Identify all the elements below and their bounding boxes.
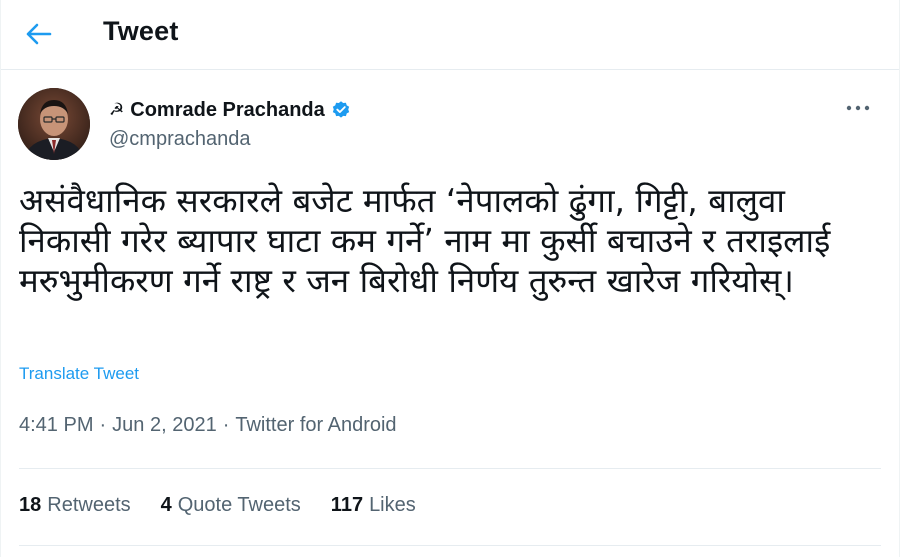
arrow-left-icon	[26, 23, 52, 45]
display-name[interactable]: Comrade Prachanda	[130, 99, 325, 122]
quote-tweets-stat[interactable]: 4 Quote Tweets	[161, 494, 301, 517]
more-options-button[interactable]	[843, 98, 873, 118]
meta-separator: ·	[99, 414, 107, 436]
tweet-meta: 4:41 PM · Jun 2, 2021 · Twitter for Andr…	[19, 414, 397, 437]
back-button[interactable]	[19, 14, 59, 54]
tweet-page: Tweet ☭ Comrade Prachanda @cmprachanda अ…	[0, 0, 900, 557]
divider	[19, 468, 881, 469]
verified-badge-icon	[331, 100, 351, 120]
hammer-sickle-icon: ☭	[109, 100, 125, 119]
quote-tweets-count: 4	[160, 494, 172, 516]
likes-count: 117	[330, 494, 364, 516]
author-handle[interactable]: @cmprachanda	[109, 128, 250, 151]
likes-stat[interactable]: 117 Likes	[331, 494, 416, 517]
more-horizontal-icon	[846, 105, 870, 111]
retweets-count: 18	[19, 494, 42, 516]
divider	[19, 545, 881, 546]
meta-separator: ·	[222, 414, 230, 436]
tweet-stats: 18 Retweets 4 Quote Tweets 117 Likes	[19, 494, 446, 517]
page-title: Tweet	[103, 16, 179, 46]
retweets-label: Retweets	[47, 494, 131, 516]
tweet-text: असंवैधानिक सरकारले बजेट मार्फत ‘नेपालको …	[19, 181, 831, 300]
likes-label: Likes	[369, 494, 416, 516]
tweet-date[interactable]: Jun 2, 2021	[112, 414, 217, 437]
page-header: Tweet	[1, 0, 899, 70]
tweet-time[interactable]: 4:41 PM	[19, 414, 93, 437]
quote-tweets-label: Quote Tweets	[177, 494, 301, 516]
avatar[interactable]	[18, 88, 90, 160]
author-name-row[interactable]: ☭ Comrade Prachanda	[109, 96, 351, 124]
translate-tweet-link[interactable]: Translate Tweet	[19, 364, 139, 384]
tweet-source[interactable]: Twitter for Android	[235, 414, 396, 437]
retweets-stat[interactable]: 18 Retweets	[19, 494, 131, 517]
